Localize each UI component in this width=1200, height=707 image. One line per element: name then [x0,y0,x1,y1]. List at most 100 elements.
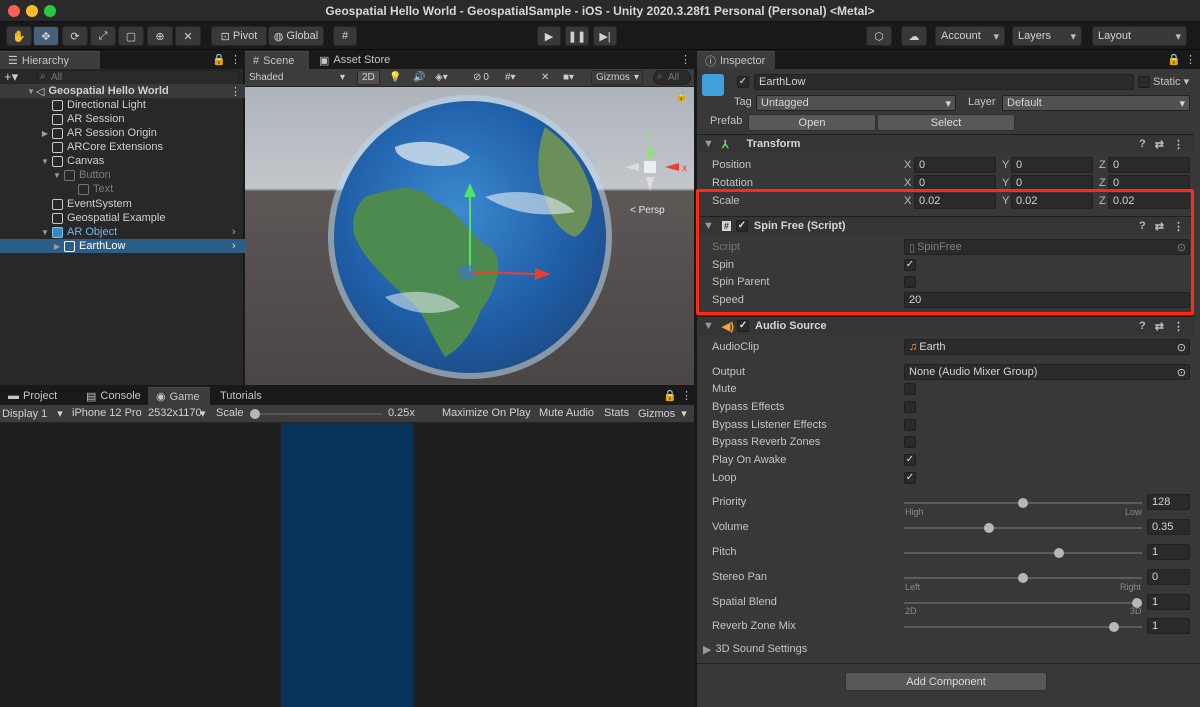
hand-tool-button[interactable]: ✋ [6,26,32,46]
target-icon[interactable]: ⊙ [1177,366,1186,379]
help-icon[interactable]: ? [1139,138,1146,151]
hierarchy-scene-row[interactable]: ▼ ◁ Geospatial Hello World ⋮ [0,84,245,98]
step-button[interactable]: ▶| [593,26,617,46]
layer-dropdown[interactable]: Default ▾ [1002,95,1190,111]
move-tool-button[interactable]: ✥ [33,26,59,46]
shading-mode-dropdown[interactable]: Shaded ▾ [245,70,349,85]
reverb-mix-input[interactable]: 1 [1147,618,1190,634]
add-component-button[interactable]: Add Component [845,672,1047,691]
collapse-arrow-icon[interactable]: ▼ [52,171,62,180]
spin-parent-checkbox[interactable] [904,276,916,288]
device-dropdown[interactable]: iPhone 12 Pro [72,407,142,419]
stereo-pan-slider[interactable] [904,573,1142,583]
help-icon[interactable]: ? [1139,220,1146,233]
create-button[interactable]: +▾ [4,69,18,85]
grid-dropdown[interactable]: #▾ [501,70,520,85]
preset-icon[interactable]: ⇄ [1155,220,1164,233]
rotation-x-input[interactable]: 0 [914,175,996,191]
scale-x-input[interactable]: 0.02 [914,193,996,209]
hierarchy-item-button[interactable]: ▼ Button [0,168,245,182]
lock-icon[interactable]: 🔒 [212,53,226,66]
hierarchy-item-ar-session-origin[interactable]: ▶ AR Session Origin [0,126,245,140]
priority-input[interactable]: 128 [1147,494,1190,510]
position-x-input[interactable]: 0 [914,157,996,173]
play-on-awake-checkbox[interactable]: ✓ [904,454,916,466]
kebab-menu-icon[interactable]: ⋮ [230,85,241,98]
spin-checkbox[interactable]: ✓ [904,259,916,271]
3d-sound-settings-foldout[interactable]: ▶ 3D Sound Settings [703,641,807,657]
collapse-arrow-icon[interactable]: ▼ [40,157,50,166]
active-checkbox[interactable]: ✓ [737,76,749,88]
collapse-arrow-icon[interactable]: ▼ [703,220,714,232]
audio-source-header[interactable]: ▼ ◀) ✓ Audio Source ? ⇄ ⋮ [697,316,1194,335]
expand-arrow-icon[interactable]: ▶ [40,129,50,138]
kebab-menu-icon[interactable]: ⋮ [1173,320,1184,333]
pitch-input[interactable]: 1 [1147,544,1190,560]
hierarchy-item-earthlow[interactable]: ▶ EarthLow › [0,239,245,253]
tab-game[interactable]: ◉ Game [148,387,210,405]
audioclip-field[interactable]: ♫ Earth ⊙ [904,339,1190,355]
gizmos-dropdown[interactable]: Gizmos ▾ [638,407,687,420]
help-icon[interactable]: ? [1139,320,1146,333]
transform-tool-button[interactable]: ⊕ [147,26,173,46]
component-enabled-checkbox[interactable]: ✓ [735,220,748,232]
hidden-objects-toggle[interactable]: ⊘ 0 [469,70,493,85]
scale-z-input[interactable]: 0.02 [1108,193,1190,209]
chevron-down-icon[interactable]: ▾ [200,407,206,420]
custom-tool-button[interactable]: ✕ [175,26,201,46]
tab-tutorials[interactable]: Tutorials [212,387,282,405]
tab-asset-store[interactable]: ▣ Asset Store [311,51,401,69]
kebab-menu-icon[interactable]: ⋮ [680,53,691,66]
priority-slider[interactable] [904,498,1142,508]
position-z-input[interactable]: 0 [1108,157,1190,173]
mute-checkbox[interactable] [904,383,916,395]
rect-tool-button[interactable]: ▢ [118,26,144,46]
kebab-menu-icon[interactable]: ⋮ [681,389,692,402]
spin-free-header[interactable]: ▼ # ✓ Spin Free (Script) ? ⇄ ⋮ [697,216,1194,235]
expand-arrow-icon[interactable]: ▼ [26,87,36,96]
maximize-on-play-toggle[interactable]: Maximize On Play [442,407,531,419]
scale-tool-button[interactable]: ⤢ [90,26,116,46]
hierarchy-item-canvas[interactable]: ▼ Canvas [0,154,245,168]
kebab-menu-icon[interactable]: ⋮ [1185,53,1196,66]
lock-icon[interactable]: 🔒 [675,91,687,102]
earth-globe[interactable]: y x [245,87,694,385]
volume-input[interactable]: 0.35 [1147,519,1190,535]
bypass-listener-checkbox[interactable] [904,419,916,431]
spatial-blend-slider[interactable] [904,598,1142,608]
camera-dropdown[interactable]: ■▾ [559,70,578,85]
lighting-toggle[interactable]: 💡 [385,70,405,85]
pause-button[interactable]: ❚❚ [565,26,589,46]
spatial-blend-input[interactable]: 1 [1147,594,1190,610]
tab-scene[interactable]: # Scene [245,51,309,69]
scale-y-input[interactable]: 0.02 [1011,193,1093,209]
speed-input[interactable]: 20 [904,292,1190,308]
layers-dropdown[interactable]: Layers [1012,26,1082,46]
cloud-button[interactable]: ☁ [901,26,927,46]
lock-icon[interactable]: 🔒 [663,389,677,402]
tab-console[interactable]: ▤ Console [78,387,148,405]
gizmos-dropdown[interactable]: Gizmos ▾ [591,70,643,85]
script-field[interactable]: ▯ SpinFree ⊙ [904,239,1190,255]
hierarchy-item-arcore-extensions[interactable]: ARCore Extensions [0,140,245,154]
tab-inspector[interactable]: ⓘ Inspector [697,51,775,69]
game-view-render[interactable] [281,423,413,707]
global-toggle[interactable]: ◍ Global [268,26,324,46]
prefab-select-button[interactable]: Select [877,114,1015,131]
tools-button[interactable]: ✕ [537,70,553,85]
stats-toggle[interactable]: Stats [604,407,629,419]
chevron-right-icon[interactable]: › [232,226,236,238]
scene-viewport[interactable]: y x < Persp 🔒 [245,87,694,385]
volume-slider-knob[interactable] [983,523,994,533]
effects-dropdown[interactable]: ◈▾ [431,70,452,85]
kebab-menu-icon[interactable]: ⋮ [1173,220,1184,233]
rotate-tool-button[interactable]: ⟳ [62,26,88,46]
hierarchy-item-ar-object[interactable]: ▼ AR Object › [0,225,245,239]
prefab-open-button[interactable]: Open [748,114,876,131]
rotation-y-input[interactable]: 0 [1011,175,1093,191]
layout-dropdown[interactable]: Layout [1092,26,1187,46]
scene-search-input[interactable]: ⌕ All [653,70,691,85]
object-name-input[interactable]: EarthLow [754,74,1134,90]
account-dropdown[interactable]: Account [935,26,1005,46]
hierarchy-item-ar-session[interactable]: AR Session [0,112,245,126]
